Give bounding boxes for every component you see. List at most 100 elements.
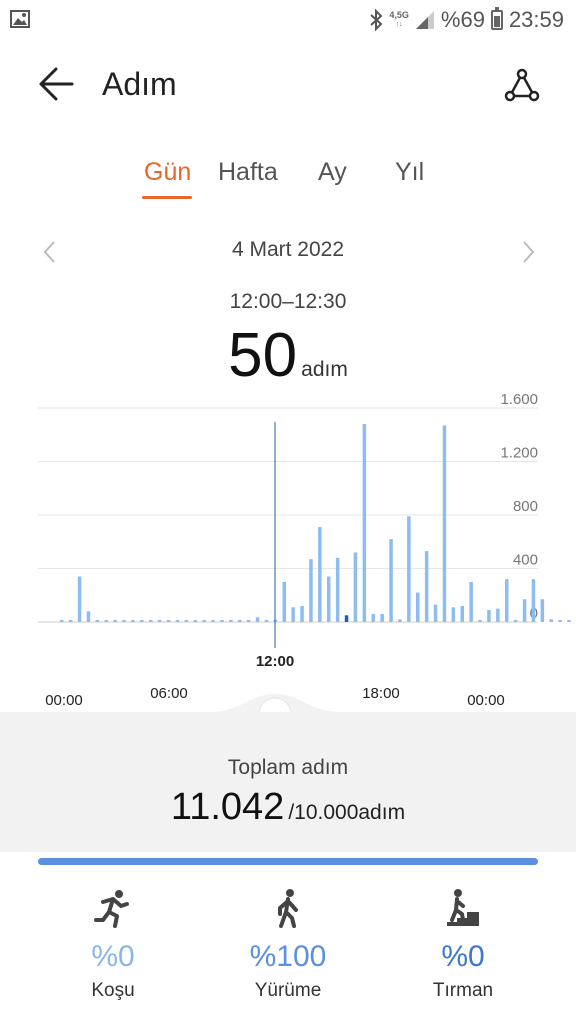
walking-label: Yürüme <box>254 980 322 1001</box>
selected-time-label: 12:00 <box>256 653 294 670</box>
walking-icon <box>278 889 298 928</box>
bluetooth-icon <box>370 9 383 31</box>
chart-bar <box>113 620 117 622</box>
tab-week[interactable]: Hafta <box>218 158 278 187</box>
tab-day[interactable]: Gün <box>144 158 191 187</box>
running-percent: %0 <box>91 940 135 973</box>
chart-bar <box>327 576 331 622</box>
selected-step-count: 50 <box>228 321 298 390</box>
period-tabs: Gün Hafta Ay Yıl <box>0 152 576 204</box>
activity-running: %0 Koşu <box>38 888 188 1002</box>
chart-bar <box>68 620 73 622</box>
chart-bar <box>60 620 64 622</box>
signal-icon <box>415 11 434 29</box>
app-bar: Adım <box>0 52 576 116</box>
chart-bar <box>398 619 402 622</box>
running-label: Koşu <box>91 980 135 1001</box>
chart-bar <box>77 576 82 622</box>
tab-year[interactable]: Yıl <box>395 158 424 187</box>
tab-month[interactable]: Ay <box>318 158 347 187</box>
chart-bar <box>371 613 375 622</box>
chevron-right-icon[interactable] <box>516 236 540 268</box>
share-icon[interactable] <box>502 64 542 104</box>
chart-bar <box>309 559 313 622</box>
x-tick-label: 06:00 <box>150 685 188 702</box>
chart-bar <box>166 620 171 622</box>
chart-bar <box>175 620 180 622</box>
y-tick-label: 400 <box>513 552 538 569</box>
total-steps-value: 11.042 <box>170 786 285 828</box>
chart-bar <box>202 620 206 622</box>
network-type: 4,5G ↑↓ <box>389 10 409 29</box>
chart-bar <box>540 599 545 622</box>
selected-step-unit: adım <box>301 358 348 381</box>
chart-bar-selected <box>344 615 349 622</box>
chart-bar <box>380 613 384 622</box>
x-tick-label: 00:00 <box>45 692 83 709</box>
page-title: Adım <box>102 66 177 102</box>
clock: 23:59 <box>508 7 564 32</box>
chart-bar <box>389 539 393 622</box>
step-chart[interactable]: 1.6001.200800400012:0000:0006:0018:0000:… <box>0 392 576 722</box>
activity-climbing: %0 Tırman <box>388 888 538 1002</box>
chart-bar <box>300 605 304 622</box>
chart-bar <box>282 581 286 622</box>
chart-bar <box>140 620 144 622</box>
chart-bar <box>469 581 473 622</box>
chart-bar <box>567 620 571 622</box>
y-tick-label: 1.600 <box>500 392 538 408</box>
x-tick-label: 00:00 <box>467 692 505 709</box>
chart-bar <box>513 620 518 622</box>
date-navigator: 4 Mart 2022 <box>0 232 576 272</box>
chart-bar <box>442 425 447 622</box>
chart-bar <box>104 620 108 622</box>
date-label: 4 Mart 2022 <box>231 238 345 261</box>
tab-indicator <box>142 196 192 199</box>
chart-bar <box>229 620 233 622</box>
gallery-icon <box>10 10 30 28</box>
chart-bar <box>184 620 189 622</box>
climbing-percent: %0 <box>441 940 485 973</box>
running-icon <box>94 890 129 928</box>
selected-time-range: 12:00–12:30 <box>229 290 347 313</box>
back-arrow-icon[interactable] <box>36 64 80 104</box>
status-right: 4,5G ↑↓ %69 23:59 <box>369 6 564 34</box>
chart-bar <box>505 579 509 622</box>
battery-percent: %69 <box>440 7 485 32</box>
climbing-label: Tırman <box>432 980 494 1001</box>
climbing-stairs-icon <box>447 889 479 926</box>
total-steps-label: Toplam adım <box>227 756 349 779</box>
chart-bar <box>246 620 251 622</box>
chart-bar <box>86 611 91 622</box>
chart-bar <box>238 620 242 622</box>
goal-progress-fill <box>38 858 538 865</box>
chart-bar <box>558 620 562 622</box>
chart-bar <box>531 579 536 622</box>
chart-bar <box>95 619 100 622</box>
chart-bar <box>318 527 322 622</box>
chart-bar <box>131 620 135 622</box>
steps-goal: /10.000adım <box>288 801 406 824</box>
chart-bar <box>211 620 215 622</box>
chart-bar <box>255 617 260 622</box>
activity-walking: %100 Yürüme <box>213 888 363 1002</box>
chart-bar <box>478 620 482 622</box>
goal-progress-bar <box>38 858 538 865</box>
y-tick-label: 1.200 <box>500 445 538 462</box>
chart-bar <box>335 557 340 622</box>
chart-bar <box>416 592 420 622</box>
chart-bar <box>424 551 429 622</box>
chart-bar <box>451 607 456 622</box>
summary-panel: Toplam adım 11.042/10.000adım <box>0 712 576 852</box>
chart-bar <box>460 605 464 622</box>
battery-icon <box>490 7 503 30</box>
x-tick-label: 18:00 <box>362 685 400 702</box>
network-type-label: 4,5G <box>389 10 409 20</box>
chart-bar <box>220 620 224 622</box>
y-tick-label: 800 <box>513 498 538 515</box>
chart-bar <box>122 620 126 622</box>
chart-bar <box>193 620 197 622</box>
chart-bar <box>264 620 269 622</box>
chart-bar <box>522 599 527 622</box>
chart-bar <box>407 516 411 622</box>
